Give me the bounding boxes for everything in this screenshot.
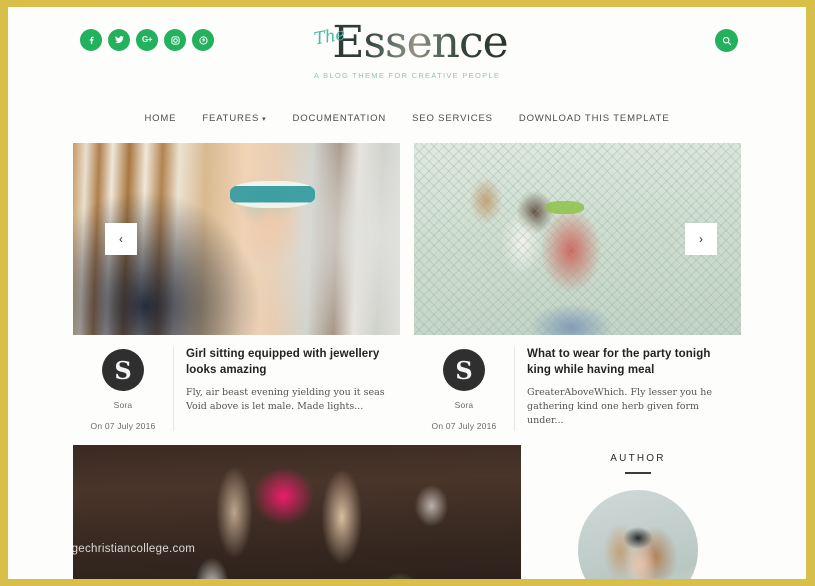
nav-item-home[interactable]: HOME — [144, 113, 176, 124]
featured-post-2: › S Sora On 07 July 2016 What to wear fo… — [414, 143, 741, 431]
post-title[interactable]: What to wear for the party tonigh king w… — [527, 347, 733, 378]
post-text: What to wear for the party tonigh king w… — [514, 347, 741, 431]
girl-with-sunglasses-photo[interactable]: ‹ — [73, 143, 400, 335]
divider — [625, 472, 651, 474]
search-icon — [722, 36, 731, 45]
author-widget-title: AUTHOR — [610, 453, 666, 464]
nav-label: SEO SERVICES — [412, 112, 493, 124]
post-author[interactable]: Sora — [73, 400, 173, 410]
post-excerpt: GreaterAboveWhich. Fly lesser you he gat… — [527, 387, 713, 426]
slider-prev-button[interactable]: ‹ — [105, 223, 137, 255]
avatar: S — [443, 349, 485, 391]
post-meta: S Sora On 07 July 2016 — [73, 347, 173, 431]
post-excerpt: Fly, air beast evening yielding you it s… — [186, 387, 385, 412]
site-header: G+ The Essence A BLOG THEME FOR CREATIVE… — [8, 7, 806, 103]
post-meta: S Sora On 07 July 2016 — [414, 347, 514, 431]
nav-item-features[interactable]: FEATURES ▾ — [202, 113, 266, 124]
lower-content-row: heritagechristiancollege.com AUTHOR — [8, 431, 806, 579]
post-date: On 07 July 2016 — [431, 421, 497, 431]
sidebar: AUTHOR — [535, 445, 741, 579]
nav-label: HOME — [144, 112, 177, 124]
featured-posts-row: ‹ S Sora On 07 July 2016 Girl sitting eq… — [8, 133, 806, 431]
slider-next-button[interactable]: › — [685, 223, 717, 255]
post-date: On 07 July 2016 — [90, 421, 156, 431]
chevron-down-icon: ▾ — [262, 116, 267, 123]
site-wrapper: G+ The Essence A BLOG THEME FOR CREATIVE… — [8, 7, 806, 579]
site-logo[interactable]: The Essence — [306, 17, 509, 69]
main-navigation: HOME FEATURES ▾ DOCUMENTATION SEO SERVIC… — [8, 103, 806, 133]
fitness-smoothie-photo[interactable]: heritagechristiancollege.com — [73, 445, 521, 579]
nav-item-seo-services[interactable]: SEO SERVICES — [412, 113, 493, 124]
two-girls-hugging-photo[interactable]: › — [414, 143, 741, 335]
nav-label: FEATURES — [202, 112, 260, 124]
avatar: S — [102, 349, 144, 391]
nav-label: DOCUMENTATION — [292, 112, 387, 124]
site-branding: The Essence A BLOG THEME FOR CREATIVE PE… — [8, 17, 806, 80]
post-title[interactable]: Girl sitting equipped with jewellery loo… — [186, 347, 392, 378]
chevron-right-icon: › — [699, 232, 703, 246]
chevron-left-icon: ‹ — [119, 232, 123, 246]
nav-item-documentation[interactable]: DOCUMENTATION — [293, 113, 387, 124]
featured-post-1: ‹ S Sora On 07 July 2016 Girl sitting eq… — [73, 143, 400, 431]
site-tagline: A BLOG THEME FOR CREATIVE PEOPLE — [313, 71, 501, 80]
page-frame: G+ The Essence A BLOG THEME FOR CREATIVE… — [0, 0, 815, 586]
featured-post-body: S Sora On 07 July 2016 Girl sitting equi… — [73, 335, 400, 431]
nav-item-download-this-template[interactable]: DOWNLOAD THIS TEMPLATE — [519, 113, 670, 124]
nav-label: DOWNLOAD THIS TEMPLATE — [518, 112, 670, 124]
search-button[interactable] — [715, 29, 738, 52]
post-text: Girl sitting equipped with jewellery loo… — [173, 347, 400, 431]
post-author[interactable]: Sora — [414, 400, 514, 410]
featured-post-body: S Sora On 07 July 2016 What to wear for … — [414, 335, 741, 431]
watermark-text: heritagechristiancollege.com — [73, 543, 196, 555]
author-portrait-photo — [578, 490, 698, 579]
